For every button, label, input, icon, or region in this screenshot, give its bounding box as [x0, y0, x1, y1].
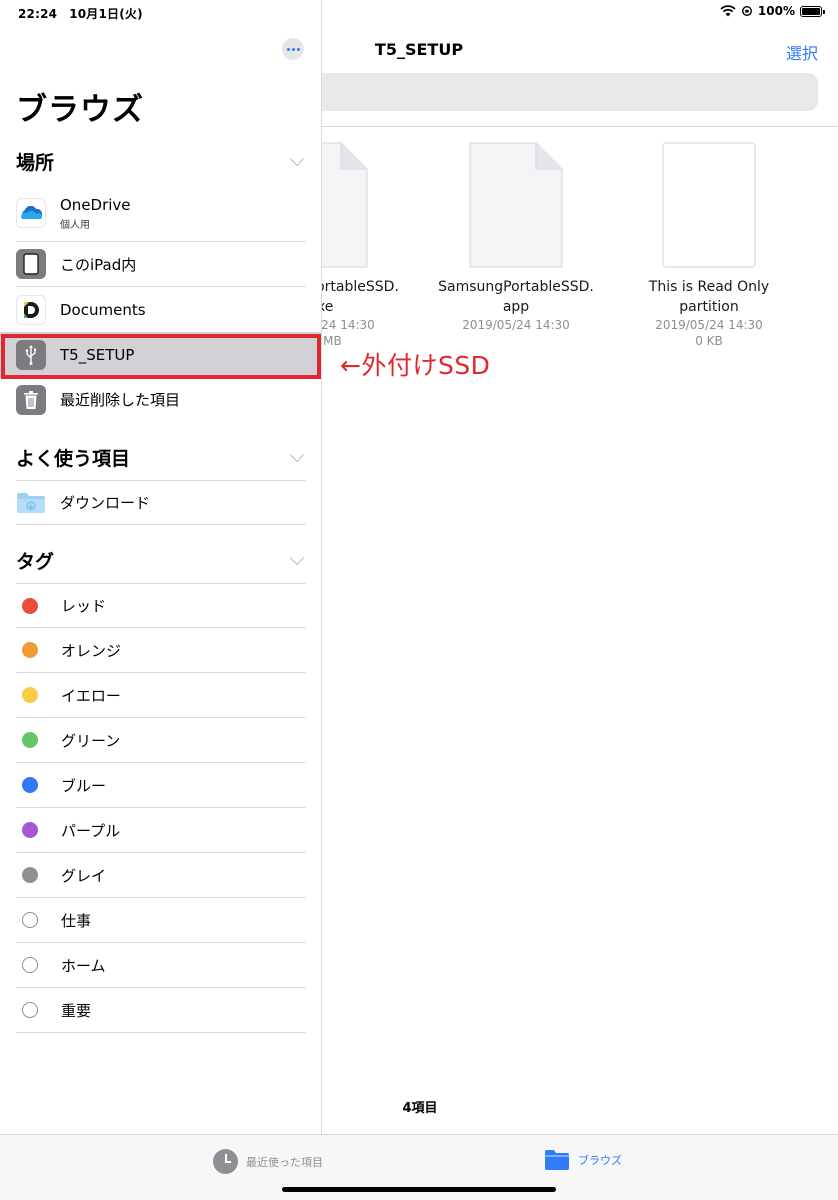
- tag-color-dot-icon: [22, 912, 38, 928]
- divider: [322, 126, 838, 127]
- status-time: 22:24: [18, 7, 58, 21]
- sidebar-item-label: T5_SETUP: [60, 345, 135, 364]
- section-title: タグ: [16, 550, 55, 573]
- file-browser-main: T5_SETUP 選択 SamsungPortableSSD.exe 2019/…: [243, 0, 838, 1134]
- tag-color-dot-icon: [22, 597, 38, 614]
- select-button[interactable]: 選択: [786, 40, 818, 64]
- sidebar-item-tag[interactable]: ブルー: [16, 763, 306, 808]
- page-title: T5_SETUP: [374, 40, 464, 59]
- tag-label: 仕事: [61, 911, 92, 930]
- search-field[interactable]: [302, 73, 818, 111]
- sidebar-item-tag[interactable]: グリーン: [16, 718, 306, 763]
- file-name-ext: partition: [679, 299, 739, 315]
- file-date: 2019/05/24 14:30: [655, 318, 763, 332]
- tag-label: オレンジ: [61, 641, 122, 660]
- documents-app-icon: [16, 294, 46, 325]
- annotation-label: ←外付けSSD: [340, 351, 491, 380]
- sidebar-item-sublabel: 個人用: [60, 219, 90, 231]
- section-header-favorites[interactable]: よく使う項目: [16, 442, 306, 472]
- sidebar-item-onedrive[interactable]: OneDrive 個人用: [16, 185, 306, 242]
- chevron-down-icon[interactable]: [289, 151, 305, 167]
- onedrive-icon: [16, 198, 46, 228]
- tab-browse[interactable]: ブラウズ: [544, 1149, 622, 1171]
- download-folder-icon: [16, 488, 46, 518]
- file-name: SamsungPortableSSD.: [438, 279, 594, 295]
- file-size: 0 KB: [695, 334, 723, 348]
- sidebar-item-label: OneDrive: [60, 195, 131, 214]
- folder-icon: [545, 1150, 569, 1170]
- chevron-down-icon[interactable]: [289, 550, 305, 566]
- sidebar-item-tag[interactable]: 仕事: [16, 898, 306, 943]
- file-document-icon: [468, 141, 564, 269]
- file-blank-icon: [661, 141, 757, 269]
- tag-color-dot-icon: [22, 867, 38, 883]
- more-options-button[interactable]: [282, 38, 304, 60]
- tag-color-dot-icon: [22, 822, 38, 838]
- file-date: 2019/05/24 14:30: [462, 318, 570, 332]
- sidebar-item-tag[interactable]: オレンジ: [16, 628, 306, 673]
- sidebar-item-label: このiPad内: [60, 255, 137, 274]
- sidebar-item-tag[interactable]: ホーム: [16, 943, 306, 988]
- file-name: This is Read Only: [648, 279, 770, 295]
- sidebar-item-tag[interactable]: パープル: [16, 808, 306, 853]
- file-item[interactable]: This is Read Only partition 2019/05/24 14…: [614, 141, 804, 349]
- sidebar-item-label: 最近削除した項目: [60, 391, 181, 409]
- sidebar-title: ブラウズ: [16, 92, 144, 128]
- tab-label: 最近使った項目: [246, 1155, 323, 1169]
- tag-label: グレイ: [61, 866, 107, 885]
- tab-recent[interactable]: 最近使った項目: [213, 1149, 323, 1174]
- sidebar-item-documents[interactable]: Documents: [16, 287, 306, 332]
- section-title: よく使う項目: [16, 447, 131, 470]
- status-date: 10月1日(火): [69, 7, 143, 21]
- home-indicator: [282, 1187, 556, 1192]
- tag-color-dot-icon: [22, 1002, 38, 1018]
- chevron-down-icon[interactable]: [289, 447, 305, 463]
- sidebar: ブラウズ 場所 OneDrive 個人用 このiPad内 Documents T…: [0, 0, 322, 1134]
- sidebar-item-tag[interactable]: イエロー: [16, 673, 306, 718]
- clock-icon: [213, 1149, 238, 1174]
- sidebar-item-ipad[interactable]: このiPad内: [16, 242, 306, 287]
- status-bar-left: 22:24 10月1日(火): [18, 5, 155, 22]
- section-header-locations[interactable]: 場所: [16, 146, 306, 176]
- tag-label: レッド: [61, 597, 107, 615]
- sidebar-item-tag[interactable]: レッド: [16, 583, 306, 628]
- sidebar-item-t5-setup[interactable]: T5_SETUP: [0, 332, 321, 377]
- sidebar-item-downloads[interactable]: ダウンロード: [16, 480, 306, 525]
- section-header-tags[interactable]: タグ: [16, 545, 306, 575]
- sidebar-item-tag[interactable]: 重要: [16, 988, 306, 1033]
- tag-label: 重要: [61, 1001, 92, 1020]
- section-title: 場所: [16, 151, 55, 174]
- file-name-ext: app: [502, 299, 530, 315]
- trash-icon: [16, 384, 46, 415]
- file-item[interactable]: SamsungPortableSSD. app 2019/05/24 14:30: [421, 141, 611, 333]
- tag-label: グリーン: [61, 731, 121, 750]
- sidebar-item-label: ダウンロード: [60, 494, 151, 512]
- tag-label: イエロー: [61, 686, 121, 705]
- item-count: 4項目: [402, 1101, 438, 1116]
- tag-color-dot-icon: [22, 732, 38, 748]
- tag-color-dot-icon: [22, 957, 38, 973]
- tag-label: ホーム: [61, 956, 106, 975]
- tag-color-dot-icon: [22, 777, 38, 793]
- tab-label: ブラウズ: [578, 1154, 622, 1167]
- tag-color-dot-icon: [22, 642, 38, 658]
- tag-label: パープル: [61, 821, 121, 840]
- sidebar-item-tag[interactable]: グレイ: [16, 853, 306, 898]
- ipad-icon: [16, 249, 46, 279]
- sidebar-item-recently-deleted[interactable]: 最近削除した項目: [16, 377, 306, 422]
- tag-label: ブルー: [61, 776, 107, 795]
- usb-icon: [16, 339, 46, 370]
- tag-color-dot-icon: [22, 687, 38, 703]
- sidebar-item-label: Documents: [60, 300, 146, 319]
